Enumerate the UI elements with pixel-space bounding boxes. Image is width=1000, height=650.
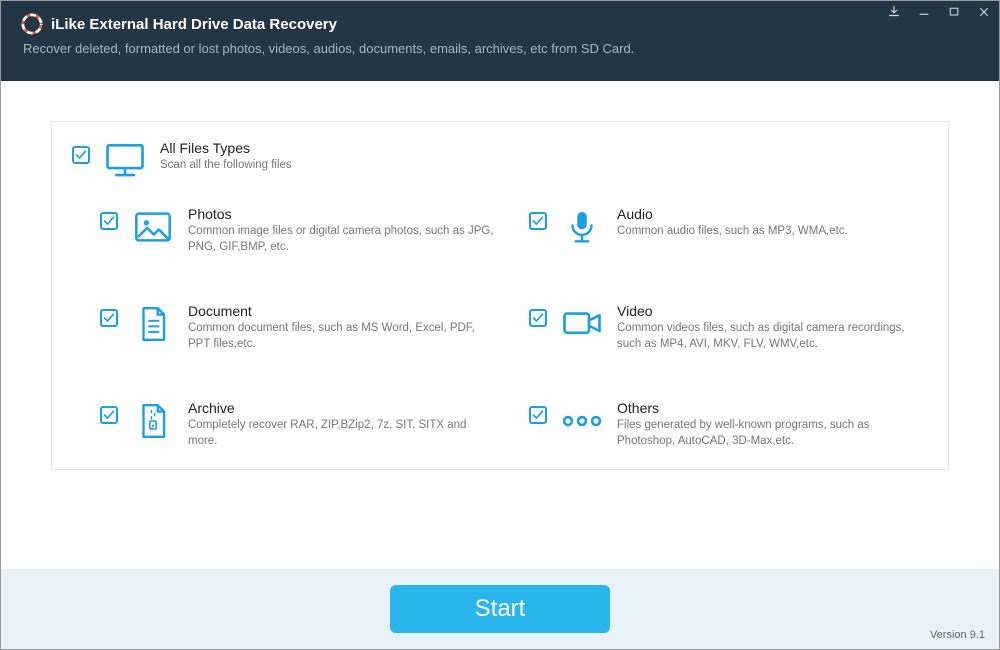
document-desc: Common document files, such as MS Word, … xyxy=(188,321,499,352)
document-title: Document xyxy=(188,303,499,319)
category-photos: Photos Common image files or digital cam… xyxy=(100,206,499,255)
checkbox-archive[interactable] xyxy=(100,406,118,424)
category-others: Others Files generated by well-known pro… xyxy=(529,400,928,449)
audio-desc: Common audio files, such as MP3, WMA,etc… xyxy=(617,224,928,240)
minimize-button[interactable] xyxy=(909,1,939,23)
checkbox-document[interactable] xyxy=(100,309,118,327)
app-subtitle: Recover deleted, formatted or lost photo… xyxy=(23,41,979,56)
video-desc: Common videos files, such as digital cam… xyxy=(617,321,928,352)
version-label: Version 9.1 xyxy=(930,629,985,641)
titlebar: iLike External Hard Drive Data Recovery … xyxy=(1,1,999,81)
start-button[interactable]: Start xyxy=(390,585,610,633)
maximize-button[interactable] xyxy=(939,1,969,23)
microphone-icon xyxy=(561,206,603,248)
all-files-desc: Scan all the following files xyxy=(160,158,928,174)
app-title: iLike External Hard Drive Data Recovery xyxy=(51,16,337,33)
photos-desc: Common image files or digital camera pho… xyxy=(188,224,499,255)
all-files-row: All Files Types Scan all the following f… xyxy=(72,132,928,206)
checkbox-others[interactable] xyxy=(529,406,547,424)
others-desc: Files generated by well-known programs, … xyxy=(617,418,928,449)
photos-title: Photos xyxy=(188,206,499,222)
checkbox-audio[interactable] xyxy=(529,212,547,230)
video-title: Video xyxy=(617,303,928,319)
category-video: Video Common videos files, such as digit… xyxy=(529,303,928,352)
download-button[interactable] xyxy=(879,1,909,23)
archive-desc: Completely recover RAR, ZIP,BZip2, 7z, S… xyxy=(188,418,499,449)
others-title: Others xyxy=(617,400,928,416)
document-icon xyxy=(132,303,174,345)
audio-title: Audio xyxy=(617,206,928,222)
category-audio: Audio Common audio files, such as MP3, W… xyxy=(529,206,928,255)
archive-title: Archive xyxy=(188,400,499,416)
footer: Start Version 9.1 xyxy=(1,569,999,649)
photo-icon xyxy=(132,206,174,248)
category-archive: Archive Completely recover RAR, ZIP,BZip… xyxy=(100,400,499,449)
archive-icon xyxy=(132,400,174,442)
checkbox-photos[interactable] xyxy=(100,212,118,230)
all-files-title: All Files Types xyxy=(160,140,928,156)
app-logo-icon xyxy=(21,13,43,35)
monitor-icon xyxy=(104,140,146,182)
close-button[interactable] xyxy=(969,1,999,23)
checkbox-video[interactable] xyxy=(529,309,547,327)
app-window: iLike External Hard Drive Data Recovery … xyxy=(0,0,1000,650)
video-icon xyxy=(561,303,603,345)
window-controls xyxy=(879,1,999,23)
checkbox-all-files[interactable] xyxy=(72,146,90,164)
file-types-panel: All Files Types Scan all the following f… xyxy=(51,121,949,470)
main-content: All Files Types Scan all the following f… xyxy=(1,81,999,569)
others-icon xyxy=(561,400,603,442)
category-document: Document Common document files, such as … xyxy=(100,303,499,352)
